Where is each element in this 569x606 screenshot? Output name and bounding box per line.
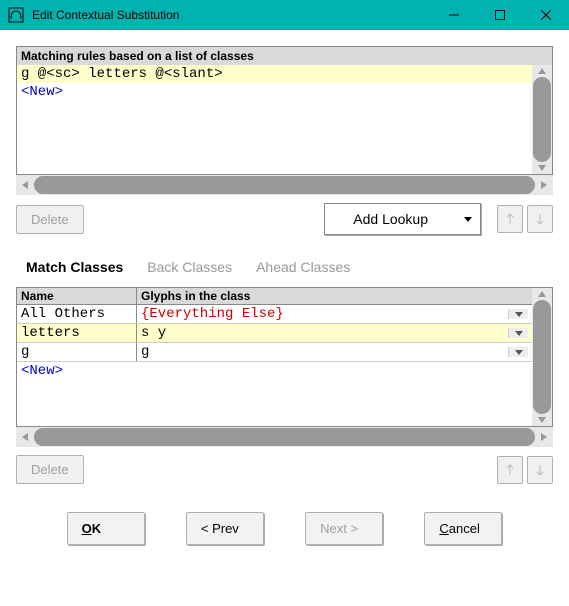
class-glyphs-cell[interactable]: g	[141, 344, 508, 360]
rules-hscrollbar[interactable]	[16, 175, 553, 195]
window-title: Edit Contextual Substitution	[32, 8, 431, 22]
scroll-up-icon[interactable]	[532, 65, 552, 77]
classes-delete-button[interactable]: Delete	[16, 455, 84, 484]
classes-table-header: Name Glyphs in the class	[17, 288, 532, 305]
maximize-button[interactable]	[477, 0, 523, 30]
rules-header: Matching rules based on a list of classe…	[16, 46, 553, 65]
close-button[interactable]	[523, 0, 569, 30]
class-row[interactable]: All Others {Everything Else}	[17, 305, 532, 324]
ok-button[interactable]: OK	[67, 512, 145, 545]
rule-row-new[interactable]: <New>	[17, 83, 532, 101]
app-icon	[8, 7, 24, 23]
minimize-button[interactable]	[431, 0, 477, 30]
tab-ahead-classes[interactable]: Ahead Classes	[256, 259, 350, 275]
scroll-right-icon[interactable]	[535, 175, 553, 195]
scroll-thumb[interactable]	[34, 176, 535, 194]
class-name-cell[interactable]: g	[17, 343, 137, 361]
rules-controls: Delete Add Lookup	[16, 203, 553, 235]
rule-row[interactable]: g @<sc> letters @<slant>	[17, 65, 532, 83]
classes-controls: Delete	[16, 455, 553, 484]
move-down-button[interactable]	[527, 456, 553, 484]
rules-listbox: g @<sc> letters @<slant> <New>	[16, 65, 553, 175]
scroll-thumb[interactable]	[34, 428, 535, 446]
class-name-cell[interactable]: <New>	[17, 362, 137, 380]
dialog-content: Matching rules based on a list of classe…	[0, 30, 569, 561]
dialog-footer: OK < Prev Next > Cancel	[16, 512, 553, 545]
scroll-left-icon[interactable]	[16, 175, 34, 195]
move-up-button[interactable]	[497, 205, 523, 233]
rules-vscrollbar[interactable]	[532, 65, 552, 174]
rules-delete-button[interactable]: Delete	[16, 205, 84, 234]
cancel-button[interactable]: Cancel	[424, 512, 502, 545]
class-tabs: Match Classes Back Classes Ahead Classes	[26, 259, 553, 275]
class-glyphs-cell[interactable]: s y	[141, 325, 508, 341]
scroll-down-icon[interactable]	[532, 162, 552, 174]
classes-vscrollbar[interactable]	[532, 288, 552, 426]
class-name-cell[interactable]: All Others	[17, 305, 137, 323]
titlebar: Edit Contextual Substitution	[0, 0, 569, 30]
class-glyphs-cell[interactable]: {Everything Else}	[141, 306, 508, 322]
tab-match-classes[interactable]: Match Classes	[26, 259, 123, 275]
class-name-cell[interactable]: letters	[17, 324, 137, 342]
class-row[interactable]: letters s y	[17, 324, 532, 343]
next-button[interactable]: Next >	[305, 512, 383, 545]
move-up-button[interactable]	[497, 456, 523, 484]
move-down-button[interactable]	[527, 205, 553, 233]
scroll-down-icon[interactable]	[532, 414, 552, 426]
scroll-thumb[interactable]	[533, 77, 551, 162]
scroll-right-icon[interactable]	[535, 427, 553, 447]
classes-hscrollbar[interactable]	[16, 427, 553, 447]
tab-back-classes[interactable]: Back Classes	[147, 259, 232, 275]
col-header-glyphs: Glyphs in the class	[137, 288, 532, 304]
add-lookup-label: Add Lookup	[325, 211, 456, 227]
chevron-down-icon[interactable]	[508, 347, 528, 357]
scroll-thumb[interactable]	[533, 300, 551, 414]
rules-list[interactable]: g @<sc> letters @<slant> <New>	[17, 65, 532, 174]
class-row-new[interactable]: <New>	[17, 362, 532, 380]
chevron-down-icon[interactable]	[508, 328, 528, 338]
class-row[interactable]: g g	[17, 343, 532, 362]
prev-button[interactable]: < Prev	[186, 512, 264, 545]
classes-table-body: All Others {Everything Else} letters s y…	[17, 305, 532, 380]
scroll-up-icon[interactable]	[532, 288, 552, 300]
col-header-name: Name	[17, 288, 137, 304]
add-lookup-dropdown[interactable]: Add Lookup	[324, 203, 481, 235]
classes-table: Name Glyphs in the class All Others {Eve…	[16, 287, 553, 427]
scroll-left-icon[interactable]	[16, 427, 34, 447]
chevron-down-icon	[456, 214, 480, 224]
chevron-down-icon[interactable]	[508, 309, 528, 319]
